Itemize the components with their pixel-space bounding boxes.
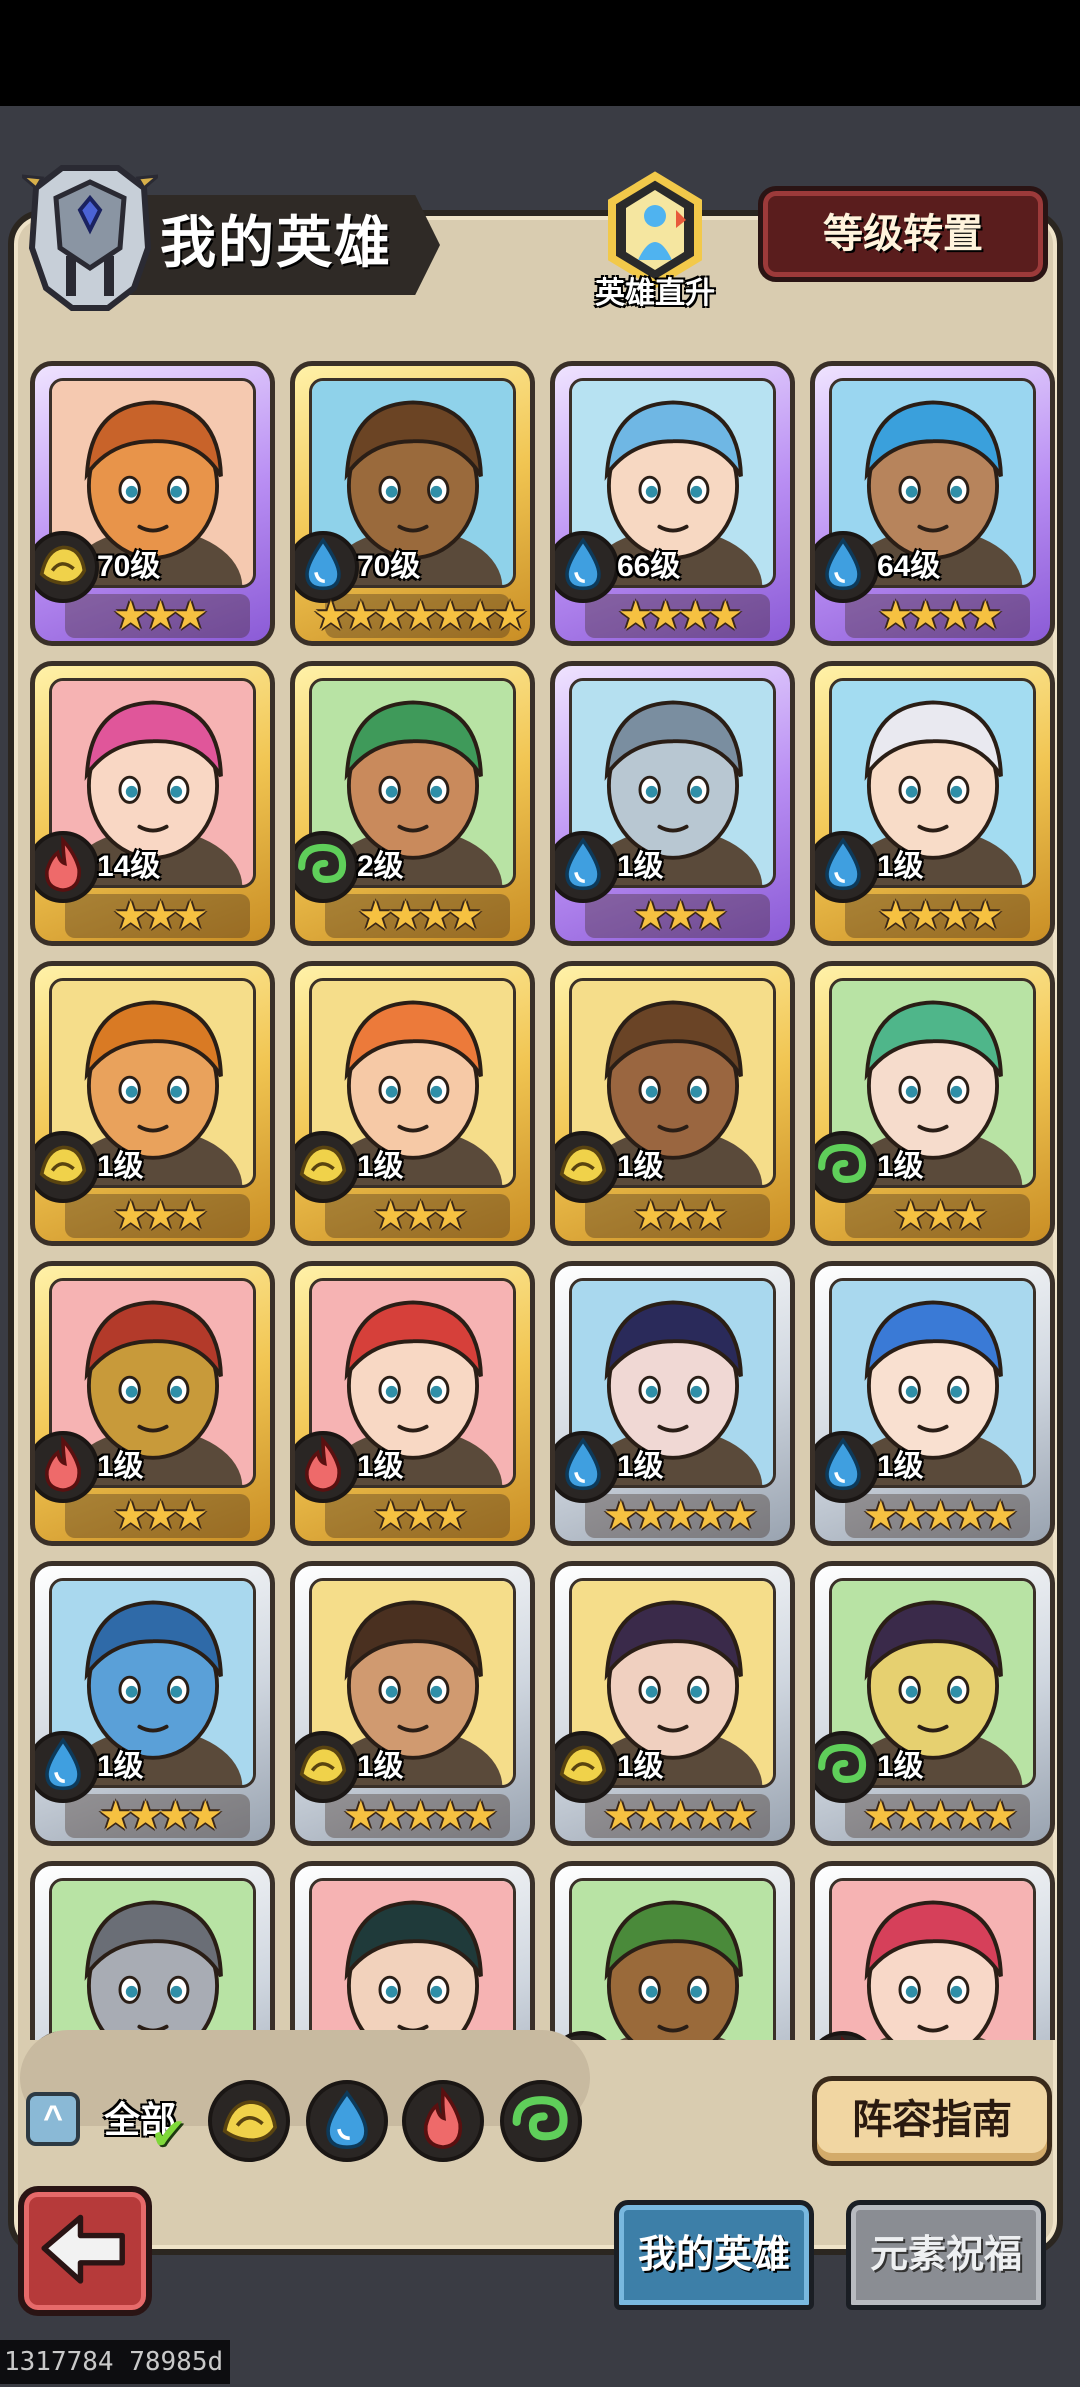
hero-level: 1级 bbox=[97, 1750, 144, 1783]
hero-card[interactable]: 1级 ★★★★★ bbox=[550, 1561, 795, 1846]
hero-stars: ★★★★★ bbox=[862, 1494, 1018, 1538]
hero-level: 1级 bbox=[877, 1750, 924, 1783]
hero-level: 1级 bbox=[617, 850, 664, 883]
hero-portrait bbox=[49, 1878, 256, 2040]
hero-level: 1级 bbox=[357, 1150, 404, 1183]
hero-card[interactable]: 1级 ★★★ bbox=[810, 961, 1055, 1246]
collapse-button[interactable]: ^ bbox=[26, 2092, 80, 2146]
hero-stars: ★★★ bbox=[112, 894, 209, 938]
hero-level: 1级 bbox=[617, 1150, 664, 1183]
hero-level: 1级 bbox=[97, 1150, 144, 1183]
hero-card[interactable]: 14级 ★★★ bbox=[30, 661, 275, 946]
hero-stars: ★★★★★ bbox=[342, 1794, 498, 1838]
hero-card[interactable]: 2级 ★★★★ bbox=[290, 661, 535, 946]
hero-stars: ★★★★ bbox=[97, 1794, 223, 1838]
hero-stars: ★★★ bbox=[372, 1194, 469, 1238]
hero-card[interactable]: 66级 ★★★★ bbox=[550, 361, 795, 646]
tab-my-heroes-label: 我的英雄 bbox=[637, 2234, 790, 2276]
hero-stars: ★★★ bbox=[372, 1494, 469, 1538]
hero-level: 64级 bbox=[877, 550, 941, 583]
hero-card[interactable]: 1级 ★★★★★ bbox=[550, 1261, 795, 1546]
filter-wind[interactable] bbox=[500, 2080, 582, 2162]
hero-card[interactable]: 64级 ★★★★ bbox=[810, 361, 1055, 646]
hero-card[interactable]: 1级 ★★★ bbox=[550, 661, 795, 946]
hero-card[interactable]: 1级 ★★★ bbox=[290, 961, 535, 1246]
hero-card[interactable]: 1级 ★★★ bbox=[550, 961, 795, 1246]
hero-level: 1级 bbox=[877, 1450, 924, 1483]
hero-grid[interactable]: 70级 ★★★ 70级 ★★★★★★★ 66级 ★★★★ 64级 ★★★★ 14级 ★★★ 2级 ★★… bbox=[20, 355, 1060, 2040]
hero-card[interactable]: 1级 ★★★★ bbox=[810, 661, 1055, 946]
hero-card[interactable]: 1级 ★★★ bbox=[30, 961, 275, 1246]
hero-stars: ★★★★ bbox=[877, 594, 1003, 638]
helmet-icon bbox=[17, 158, 163, 318]
filter-fire[interactable] bbox=[402, 2080, 484, 2162]
hero-card[interactable] bbox=[30, 1861, 275, 2040]
hero-level: 66级 bbox=[617, 550, 681, 583]
hero-rise-label: 英雄直升 bbox=[595, 277, 715, 310]
filter-earth[interactable] bbox=[208, 2080, 290, 2162]
level-transfer-button[interactable]: 等级转置 bbox=[758, 186, 1048, 282]
hero-level: 1级 bbox=[877, 1150, 924, 1183]
hero-card[interactable]: 1级 ★★★ bbox=[290, 1261, 535, 1546]
hero-card[interactable] bbox=[810, 1861, 1055, 2040]
hero-level: 1级 bbox=[877, 850, 924, 883]
footer-id: 1317784 78985d bbox=[0, 2340, 230, 2384]
hero-stars: ★★★ bbox=[892, 1194, 989, 1238]
hero-card[interactable]: 1级 ★★★★★ bbox=[810, 1261, 1055, 1546]
hero-card[interactable]: 1级 ★★★★★ bbox=[290, 1561, 535, 1846]
back-button[interactable] bbox=[18, 2186, 152, 2316]
hero-stars: ★★★ bbox=[112, 1494, 209, 1538]
filter-water[interactable] bbox=[306, 2080, 388, 2162]
hero-level: 1级 bbox=[617, 1450, 664, 1483]
hero-card[interactable]: 1级 ★★★★ bbox=[30, 1561, 275, 1846]
hero-card[interactable] bbox=[550, 1861, 795, 2040]
hero-portrait bbox=[569, 1878, 776, 2040]
level-transfer-label: 等级转置 bbox=[823, 212, 983, 256]
page-title: 我的英雄 bbox=[160, 211, 392, 274]
hero-stars: ★★★ bbox=[112, 1194, 209, 1238]
check-icon: ✔ bbox=[150, 2110, 187, 2159]
lineup-guide-button[interactable]: 阵容指南 bbox=[812, 2076, 1052, 2166]
back-arrow-icon bbox=[41, 2214, 125, 2284]
wind-element-icon bbox=[512, 2096, 568, 2141]
tab-element-blessing-label: 元素祝福 bbox=[869, 2234, 1022, 2276]
hero-level: 2级 bbox=[357, 850, 404, 883]
hero-portrait bbox=[829, 1878, 1036, 2040]
hero-stars: ★★★★★ bbox=[602, 1494, 758, 1538]
hero-stars: ★★★★ bbox=[877, 894, 1003, 938]
hero-level: 1级 bbox=[357, 1750, 404, 1783]
hero-level: 1级 bbox=[617, 1750, 664, 1783]
hero-stars: ★★★★ bbox=[357, 894, 483, 938]
fire-element-icon bbox=[423, 2086, 463, 2149]
hero-card[interactable]: 70级 ★★★ bbox=[30, 361, 275, 646]
tab-my-heroes[interactable]: 我的英雄 bbox=[614, 2200, 814, 2310]
hero-card[interactable] bbox=[290, 1861, 535, 2040]
hero-stars: ★★★★★★★ bbox=[312, 594, 528, 638]
hero-level: 1级 bbox=[97, 1450, 144, 1483]
hero-level: 14级 bbox=[97, 850, 161, 883]
earth-element-icon bbox=[222, 2100, 278, 2142]
hero-card[interactable]: 1级 ★★★★★ bbox=[810, 1561, 1055, 1846]
water-element-icon bbox=[326, 2090, 368, 2149]
hero-stars: ★★★ bbox=[112, 594, 209, 638]
status-bar bbox=[0, 0, 1080, 106]
hero-stars: ★★★ bbox=[632, 894, 729, 938]
hero-card[interactable]: 1级 ★★★ bbox=[30, 1261, 275, 1546]
lineup-guide-label: 阵容指南 bbox=[852, 2098, 1012, 2142]
hero-level: 1级 bbox=[357, 1450, 404, 1483]
hero-card[interactable]: 70级 ★★★★★★★ bbox=[290, 361, 535, 646]
hero-stars: ★★★★ bbox=[617, 594, 743, 638]
hero-stars: ★★★★★ bbox=[862, 1794, 1018, 1838]
hero-level: 70级 bbox=[97, 550, 161, 583]
hero-level: 70级 bbox=[357, 550, 421, 583]
hero-portrait bbox=[309, 1878, 516, 2040]
hero-stars: ★★★★★ bbox=[602, 1794, 758, 1838]
hero-stars: ★★★ bbox=[632, 1194, 729, 1238]
tab-element-blessing[interactable]: 元素祝福 bbox=[846, 2200, 1046, 2310]
